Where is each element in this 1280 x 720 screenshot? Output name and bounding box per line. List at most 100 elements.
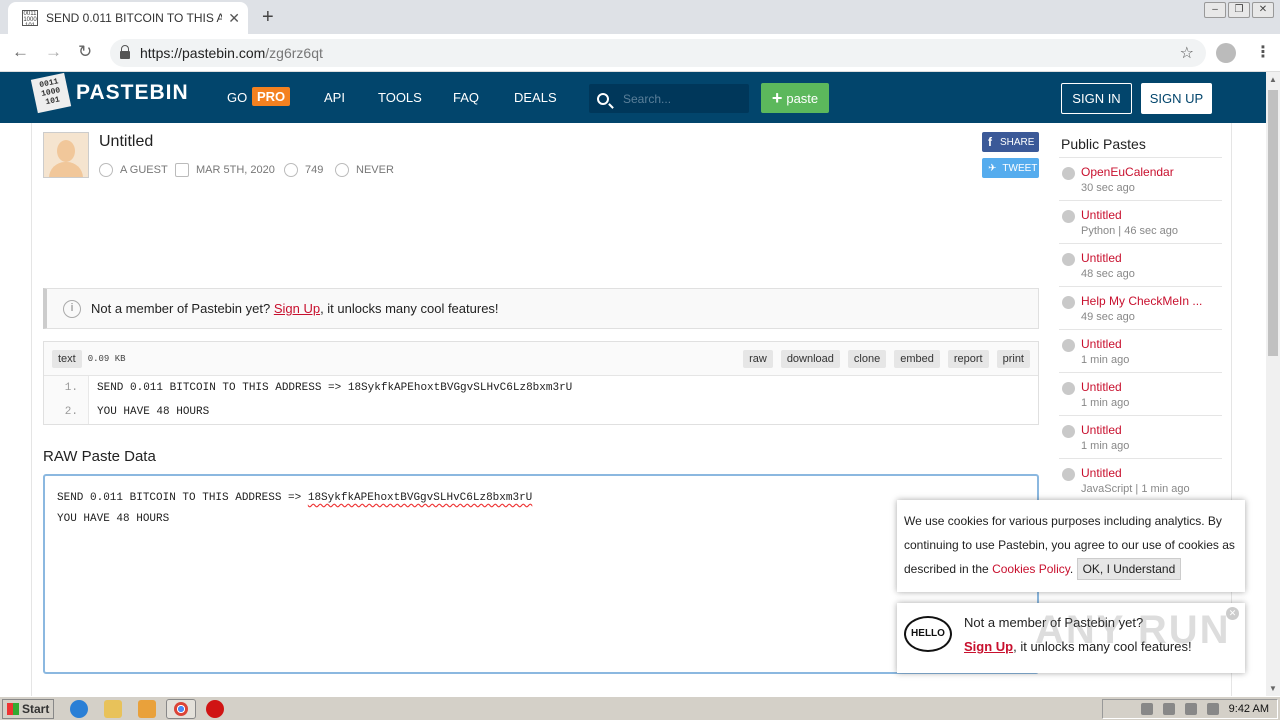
close-tab-icon[interactable]: ✕ (228, 10, 240, 27)
guest-avatar (43, 132, 89, 178)
nav-api[interactable]: API (324, 90, 345, 105)
globe-icon (1062, 468, 1075, 481)
public-pastes-list: OpenEuCalendar 30 sec ago Untitled Python … (1059, 157, 1222, 501)
list-item[interactable]: Untitled JavaScript | 1 min ago (1059, 458, 1222, 501)
browser-tab[interactable]: 0011 1000 101 SEND 0.011 BITCOIN TO THIS… (8, 2, 248, 34)
window-controls: – ❐ ✕ (1204, 2, 1274, 18)
facebook-share-button[interactable]: f SHARE (982, 132, 1039, 152)
chrome-icon (174, 702, 188, 716)
globe-icon (1062, 296, 1075, 309)
nav-faq[interactable]: FAQ (453, 90, 479, 105)
chrome-taskbar-button[interactable] (166, 699, 196, 719)
eye-icon (284, 163, 298, 177)
clock-icon (335, 163, 349, 177)
restore-icon[interactable]: ❐ (1228, 2, 1250, 18)
forward-icon[interactable]: → (45, 42, 62, 62)
ie-icon[interactable] (70, 700, 88, 718)
page-scrollbar[interactable]: ▲ ▼ (1266, 72, 1280, 696)
tab-title: SEND 0.011 BITCOIN TO THIS ADDR (46, 11, 223, 25)
pastebin-logo[interactable]: 0011 1000 101 PASTEBIN (30, 72, 189, 114)
bookmark-star-icon[interactable]: ☆ (1180, 43, 1194, 63)
tray-arrow-icon[interactable] (1140, 703, 1153, 715)
browser-toolbar: ← → ↻ https://pastebin.com/zg6rz6qt ☆ (0, 34, 1280, 72)
globe-icon (1062, 382, 1075, 395)
close-window-icon[interactable]: ✕ (1252, 2, 1274, 18)
sign-in-button[interactable]: SIGN IN (1061, 83, 1132, 114)
code-line: 2. YOU HAVE 48 HOURS (44, 400, 1038, 424)
code-line: 1. SEND 0.011 BITCOIN TO THIS ADDRESS => … (44, 376, 1038, 400)
cookie-banner: We use cookies for various purposes incl… (897, 500, 1245, 592)
public-pastes-heading: Public Pastes (1061, 136, 1146, 152)
scroll-up-icon[interactable]: ▲ (1269, 75, 1277, 84)
report-button[interactable]: report (947, 349, 989, 368)
embed-button[interactable]: embed (894, 349, 940, 368)
search-input[interactable]: Search... (589, 84, 749, 113)
profile-avatar-icon[interactable] (1216, 43, 1236, 63)
raw-button[interactable]: raw (743, 349, 773, 368)
scroll-down-icon[interactable]: ▼ (1269, 684, 1277, 693)
cookie-ok-button[interactable]: OK, I Understand (1076, 558, 1182, 580)
member-notice: i Not a member of Pastebin yet? Sign Up,… (43, 288, 1039, 329)
scrollbar-thumb[interactable] (1268, 90, 1278, 356)
syntax-badge[interactable]: text (52, 349, 82, 368)
pastebin-favicon-icon: 0011 1000 101 (22, 10, 38, 26)
media-player-icon[interactable] (138, 700, 156, 718)
flag-icon[interactable] (1206, 703, 1219, 715)
nav-tools[interactable]: TOOLS (378, 90, 422, 105)
code-toolbar: text 0.09 KB raw download clone embed re… (44, 342, 1038, 376)
warning-app-icon[interactable] (206, 700, 224, 718)
plus-icon: + (771, 87, 783, 108)
info-icon: i (63, 299, 81, 318)
list-item[interactable]: Untitled 1 min ago (1059, 372, 1222, 415)
nav-go[interactable]: GO (227, 90, 247, 105)
raw-paste-textarea[interactable]: SEND 0.011 BITCOIN TO THIS ADDRESS => 18… (43, 474, 1039, 674)
clone-button[interactable]: clone (847, 349, 887, 368)
raw-paste-heading: RAW Paste Data (43, 448, 156, 465)
back-icon[interactable]: ← (12, 42, 29, 62)
list-item[interactable]: Untitled 1 min ago (1059, 329, 1222, 372)
globe-icon (1062, 425, 1075, 438)
start-button[interactable]: Start (2, 699, 54, 719)
browser-menu-icon[interactable]: ⋮ (1255, 42, 1271, 62)
search-placeholder: Search... (623, 91, 672, 106)
list-item[interactable]: Help My CheckMeIn ... 49 sec ago (1059, 286, 1222, 329)
notice-signup-link[interactable]: Sign Up (274, 301, 320, 316)
list-item[interactable]: OpenEuCalendar 30 sec ago (1059, 157, 1222, 200)
twitter-tweet-button[interactable]: ✈ TWEET (982, 158, 1039, 178)
clock: 9:42 AM (1228, 703, 1269, 715)
network-icon[interactable] (1162, 703, 1175, 715)
meta-views: 749 (284, 163, 323, 177)
lock-icon (120, 45, 130, 59)
explorer-folder-icon[interactable] (104, 700, 122, 718)
windows-taskbar: Start 9:42 AM (0, 696, 1280, 720)
minimize-icon[interactable]: – (1204, 2, 1226, 18)
pro-badge[interactable]: PRO (252, 87, 291, 106)
logo-text: PASTEBIN (76, 81, 189, 104)
hello-speech-bubble-icon: HELLO (904, 616, 952, 652)
list-item[interactable]: Untitled 1 min ago (1059, 415, 1222, 458)
sign-up-button[interactable]: SIGN UP (1141, 83, 1212, 114)
globe-icon (1062, 167, 1075, 180)
search-icon (597, 92, 609, 105)
new-tab-icon[interactable]: + (262, 6, 274, 29)
print-button[interactable]: print (996, 349, 1030, 368)
download-button[interactable]: download (780, 349, 840, 368)
logo-icon: 0011 1000 101 (30, 72, 72, 114)
meta-expires: NEVER (335, 163, 394, 177)
nav-deals[interactable]: DEALS (514, 90, 557, 105)
cookies-policy-link[interactable]: Cookies Policy (992, 562, 1070, 576)
code-tools: raw download clone embed report print (735, 349, 1030, 368)
meta-date: MAR 5TH, 2020 (175, 163, 275, 177)
volume-icon[interactable] (1184, 703, 1197, 715)
globe-icon (1062, 210, 1075, 223)
reload-icon[interactable]: ↻ (78, 42, 92, 62)
address-bar[interactable]: https://pastebin.com/zg6rz6qt ☆ (110, 39, 1206, 67)
list-item[interactable]: Untitled 48 sec ago (1059, 243, 1222, 286)
anyrun-watermark: ANY RUN (1035, 608, 1231, 652)
popup-signup-link[interactable]: Sign Up (964, 639, 1013, 654)
paste-title: Untitled (99, 133, 154, 150)
paste-size: 0.09 KB (87, 353, 126, 364)
globe-icon (1062, 253, 1075, 266)
list-item[interactable]: Untitled Python | 46 sec ago (1059, 200, 1222, 243)
new-paste-button[interactable]: + paste (761, 83, 829, 113)
